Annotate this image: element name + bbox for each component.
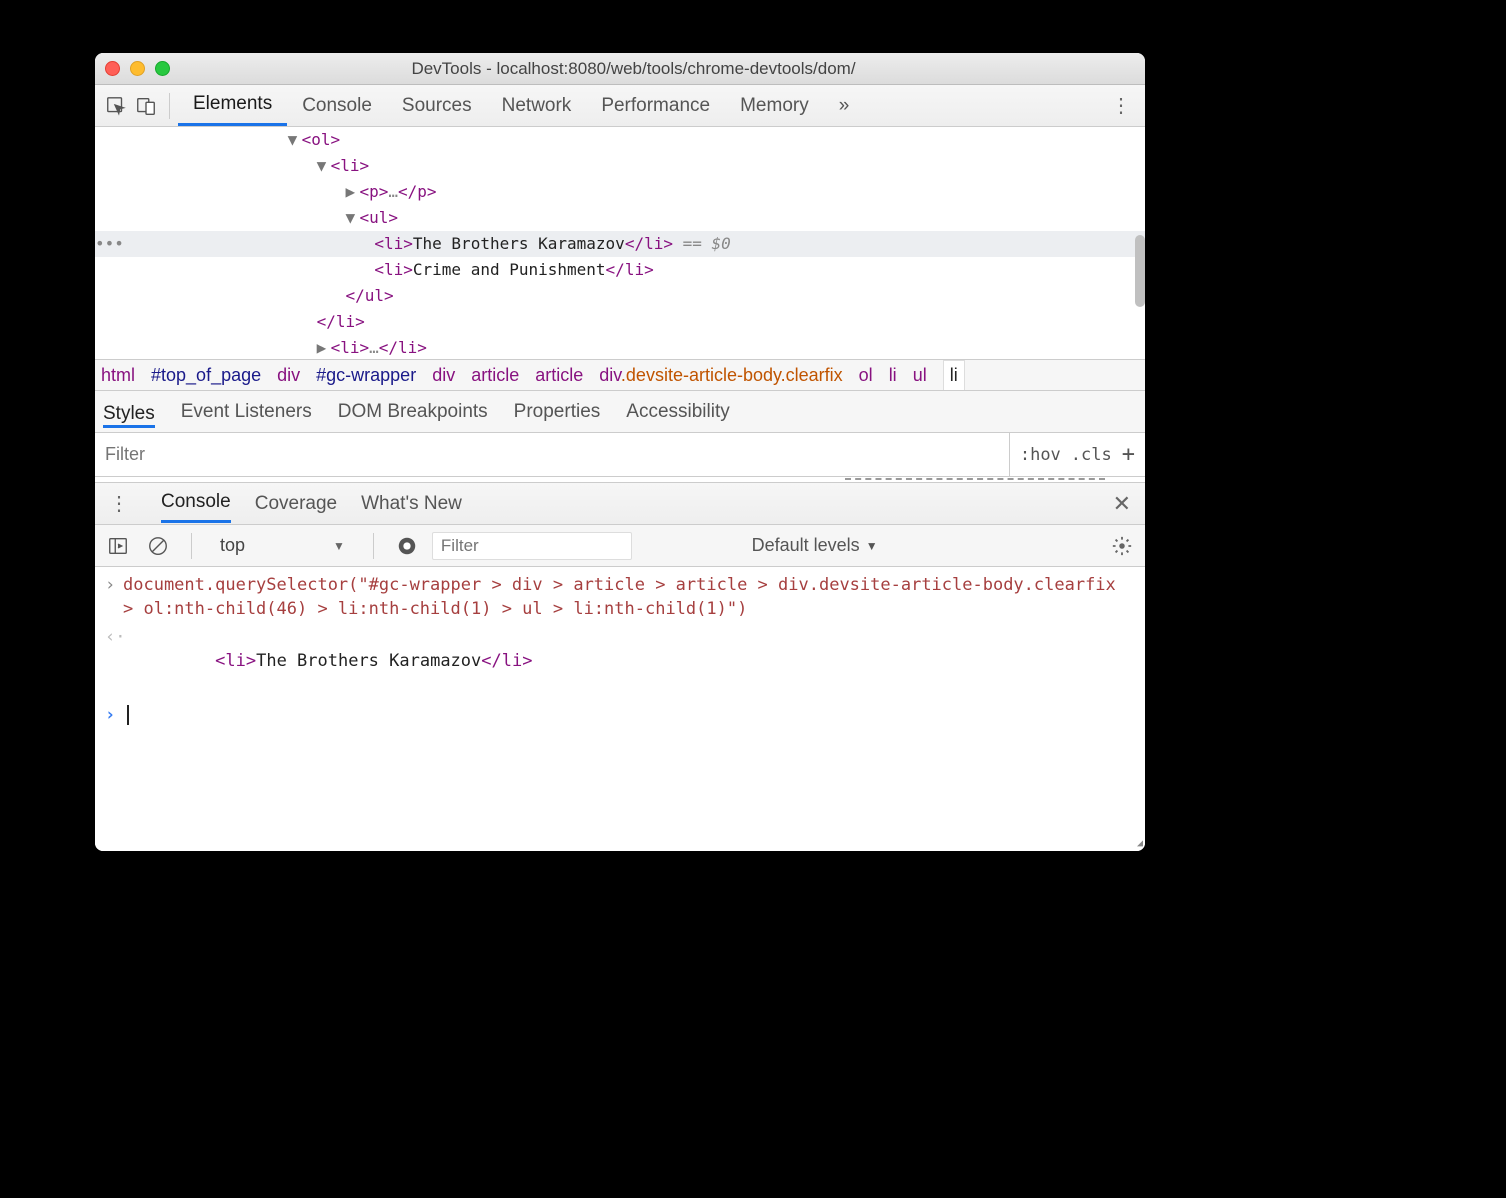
box-model-preview	[845, 478, 1105, 482]
drawer-tabs: ⋮ Console Coverage What's New ✕	[95, 483, 1145, 525]
tree-line[interactable]: <li>Crime and Punishment</li>	[95, 257, 1145, 283]
settings-menu-icon[interactable]: ⋮	[1103, 93, 1139, 118]
subtab-event-listeners[interactable]: Event Listeners	[181, 393, 312, 431]
breadcrumb-item[interactable]: article	[471, 365, 519, 386]
drawer-tab-coverage[interactable]: Coverage	[255, 486, 337, 522]
log-levels-selector[interactable]: Default levels ▼	[752, 535, 878, 556]
new-style-rule-button[interactable]: +	[1122, 442, 1135, 467]
tree-line[interactable]: </ul>	[95, 283, 1145, 309]
breadcrumb: html #top_of_page div #gc-wrapper div article…	[95, 359, 1145, 391]
tree-line[interactable]: ▼<li>	[95, 153, 1145, 179]
breadcrumb-item[interactable]: div.devsite-article-body.clearfix	[599, 365, 842, 386]
breadcrumb-item[interactable]: article	[535, 365, 583, 386]
console-body[interactable]: › document.querySelector("#gc-wrapper > …	[95, 567, 1145, 851]
console-result[interactable]: <li>The Brothers Karamazov</li>	[123, 625, 1135, 697]
input-chevron-icon: ›	[105, 573, 123, 597]
tree-line[interactable]: ••• <li>The Brothers Karamazov</li> == $…	[95, 231, 1145, 257]
breadcrumb-item[interactable]: html	[101, 365, 135, 386]
styles-tabs: Styles Event Listeners DOM Breakpoints P…	[95, 391, 1145, 433]
tab-console[interactable]: Console	[287, 85, 387, 126]
console-sidebar-toggle-icon[interactable]	[103, 531, 133, 561]
traffic-lights	[105, 61, 170, 76]
subtab-properties[interactable]: Properties	[514, 393, 601, 431]
drawer-tab-console[interactable]: Console	[161, 484, 231, 523]
subtab-styles[interactable]: Styles	[103, 395, 155, 428]
chevron-down-icon: ▼	[866, 539, 878, 553]
chevron-down-icon: ▼	[333, 539, 345, 553]
subtab-dom-breakpoints[interactable]: DOM Breakpoints	[338, 393, 488, 431]
breadcrumb-item[interactable]: li	[943, 360, 965, 391]
breadcrumb-item[interactable]: #gc-wrapper	[316, 365, 416, 386]
output-chevron-icon: ‹·	[105, 625, 123, 649]
breadcrumb-item[interactable]: div	[277, 365, 300, 386]
console-input-text: document.querySelector("#gc-wrapper > di…	[123, 573, 1135, 621]
console-settings-icon[interactable]	[1107, 531, 1137, 561]
tab-sources[interactable]: Sources	[387, 85, 487, 126]
window-title: DevTools - localhost:8080/web/tools/chro…	[182, 59, 1135, 79]
tree-line[interactable]: ▶<li>…</li>	[95, 335, 1145, 359]
styles-filter-row: :hov .cls + ◢	[95, 433, 1145, 477]
console-filter-input[interactable]	[432, 532, 632, 560]
device-toggle-icon[interactable]	[131, 91, 161, 121]
breadcrumb-item[interactable]: div	[432, 365, 455, 386]
styles-filter-input[interactable]	[95, 433, 1009, 476]
breadcrumb-item[interactable]: #top_of_page	[151, 365, 261, 386]
context-selector[interactable]: top ▼	[210, 535, 355, 556]
divider	[169, 93, 170, 119]
subtab-accessibility[interactable]: Accessibility	[626, 393, 729, 431]
main-toolbar: Elements Console Sources Network Perform…	[95, 85, 1145, 127]
hov-cls-controls: :hov .cls + ◢	[1009, 433, 1145, 476]
drawer-menu-icon[interactable]: ⋮	[101, 491, 137, 516]
cursor	[127, 705, 129, 725]
tree-line[interactable]: ▼<ol>	[95, 127, 1145, 153]
close-window-button[interactable]	[105, 61, 120, 76]
titlebar: DevTools - localhost:8080/web/tools/chro…	[95, 53, 1145, 85]
tree-line[interactable]: ▼<ul>	[95, 205, 1145, 231]
breadcrumb-item[interactable]: ul	[913, 365, 927, 386]
inspect-element-icon[interactable]	[101, 91, 131, 121]
console-prompt-row[interactable]: ›	[105, 703, 1135, 727]
maximize-window-button[interactable]	[155, 61, 170, 76]
devtools-window: DevTools - localhost:8080/web/tools/chro…	[95, 53, 1145, 851]
live-expression-icon[interactable]	[392, 531, 422, 561]
prompt-chevron-icon: ›	[105, 703, 123, 727]
styles-body	[95, 477, 1145, 483]
hov-toggle[interactable]: :hov	[1020, 445, 1061, 465]
tree-line[interactable]: </li>	[95, 309, 1145, 335]
close-drawer-button[interactable]: ✕	[1105, 491, 1139, 517]
dom-tree[interactable]: ▼<ol> ▼<li> ▶<p>…</p> ▼<ul>••• <li>The B…	[95, 127, 1145, 359]
console-input-row: › document.querySelector("#gc-wrapper > …	[105, 573, 1135, 621]
clear-console-icon[interactable]	[143, 531, 173, 561]
breadcrumb-item[interactable]: ol	[859, 365, 873, 386]
tree-line[interactable]: ▶<p>…</p>	[95, 179, 1145, 205]
main-tabs: Elements Console Sources Network Perform…	[178, 85, 864, 126]
corner-handle: ◢	[1137, 838, 1143, 849]
drawer-tab-whatsnew[interactable]: What's New	[361, 486, 462, 522]
console-result-row: ‹· <li>The Brothers Karamazov</li>	[105, 625, 1135, 697]
tree-content: ▼<ol> ▼<li> ▶<p>…</p> ▼<ul>••• <li>The B…	[95, 127, 1145, 359]
scrollbar[interactable]	[1135, 235, 1145, 307]
breadcrumb-item[interactable]: li	[889, 365, 897, 386]
console-toolbar: top ▼ Default levels ▼	[95, 525, 1145, 567]
tab-network[interactable]: Network	[487, 85, 587, 126]
tab-memory[interactable]: Memory	[725, 85, 824, 126]
minimize-window-button[interactable]	[130, 61, 145, 76]
tabs-overflow-icon[interactable]: »	[824, 85, 865, 126]
tab-elements[interactable]: Elements	[178, 85, 287, 126]
tab-performance[interactable]: Performance	[586, 85, 725, 126]
cls-toggle[interactable]: .cls	[1071, 445, 1112, 465]
